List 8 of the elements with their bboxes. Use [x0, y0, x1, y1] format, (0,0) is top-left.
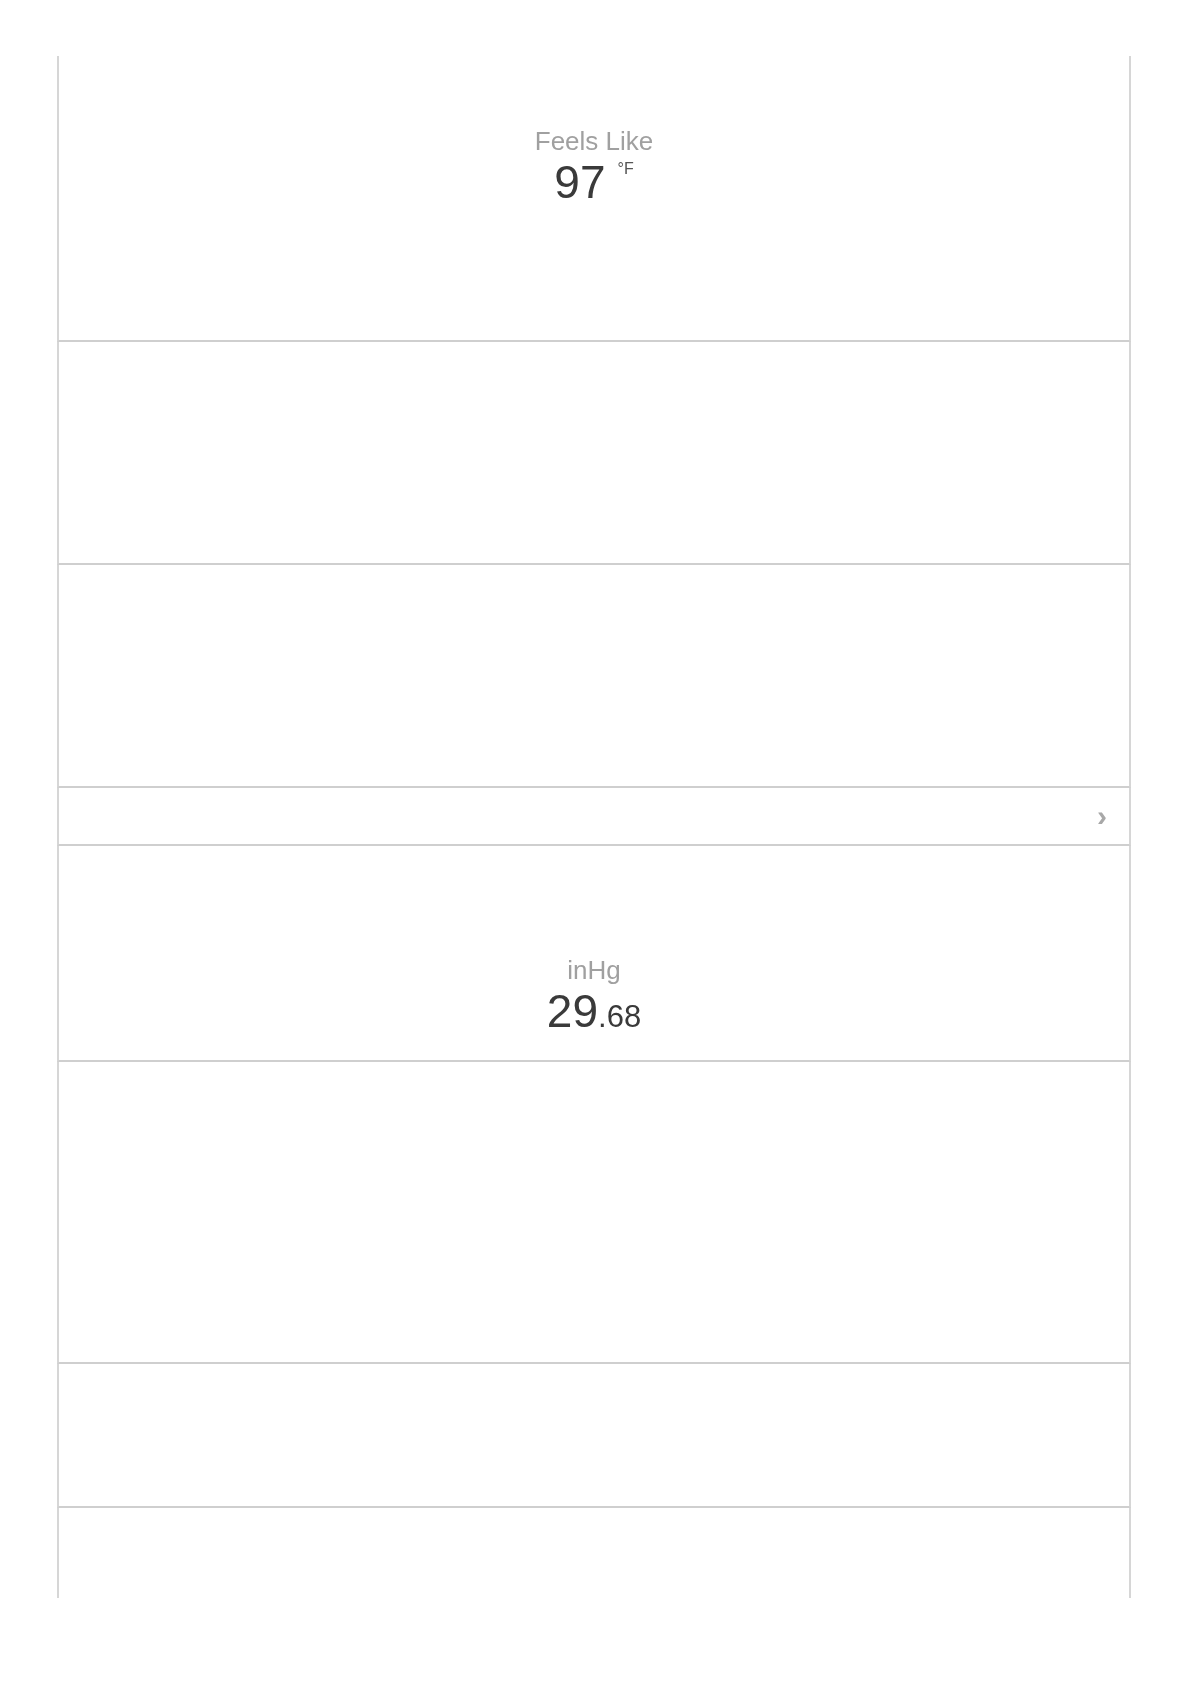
pressure-unit-label: inHg — [567, 955, 621, 985]
pressure-whole-value: 29 — [546, 985, 599, 1037]
chevron-right-icon[interactable]: › — [1097, 801, 1107, 831]
card-background[interactable]: › — [57, 788, 1131, 846]
temperature-value: 97 — [554, 156, 606, 208]
feels-like-label: Feels Like — [534, 126, 654, 156]
temperature-unit: °F — [617, 160, 634, 178]
pressure-decimal-value: .68 — [598, 998, 642, 1036]
